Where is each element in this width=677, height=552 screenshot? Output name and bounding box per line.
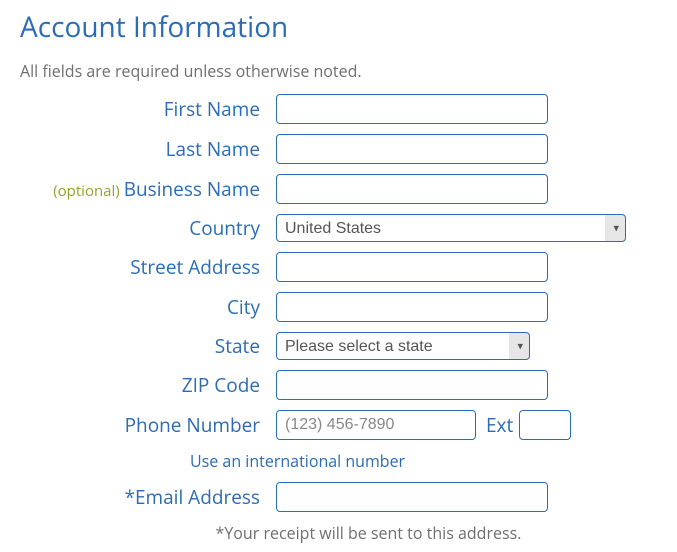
row-country: Country United States [20, 214, 657, 242]
label-state: State [20, 333, 276, 359]
row-first-name: First Name [20, 94, 657, 124]
row-city: City [20, 292, 657, 322]
row-intl-link: Use an international number [20, 450, 657, 472]
row-street: Street Address [20, 252, 657, 282]
label-business-text: Business Name [124, 176, 260, 202]
row-state: State Please select a state [20, 332, 657, 360]
label-city: City [20, 294, 276, 320]
first-name-input[interactable] [276, 94, 548, 124]
label-country: Country [20, 215, 276, 241]
label-last-name: Last Name [20, 136, 276, 162]
label-phone: Phone Number [20, 412, 276, 438]
state-select[interactable]: Please select a state [276, 332, 530, 360]
label-zip: ZIP Code [20, 372, 276, 398]
label-street: Street Address [20, 254, 276, 280]
label-email: *Email Address [20, 484, 276, 510]
required-note: All fields are required unless otherwise… [20, 60, 657, 82]
country-select[interactable]: United States [276, 214, 626, 242]
intl-number-link[interactable]: Use an international number [190, 450, 405, 472]
row-zip: ZIP Code [20, 370, 657, 400]
receipt-note: *Your receipt will be sent to this addre… [20, 522, 657, 544]
zip-input[interactable] [276, 370, 548, 400]
email-input[interactable] [276, 482, 548, 512]
label-first-name: First Name [20, 96, 276, 122]
city-input[interactable] [276, 292, 548, 322]
row-phone: Phone Number Ext [20, 410, 657, 440]
last-name-input[interactable] [276, 134, 548, 164]
street-input[interactable] [276, 252, 548, 282]
page-title: Account Information [20, 8, 657, 46]
business-name-input[interactable] [276, 174, 548, 204]
row-email: *Email Address [20, 482, 657, 512]
label-ext: Ext [486, 412, 513, 438]
row-business-name: (optional)Business Name [20, 174, 657, 204]
row-last-name: Last Name [20, 134, 657, 164]
optional-tag: (optional) [53, 181, 120, 201]
ext-input[interactable] [519, 410, 571, 440]
label-business-name: (optional)Business Name [20, 176, 276, 202]
phone-input[interactable] [276, 410, 476, 440]
